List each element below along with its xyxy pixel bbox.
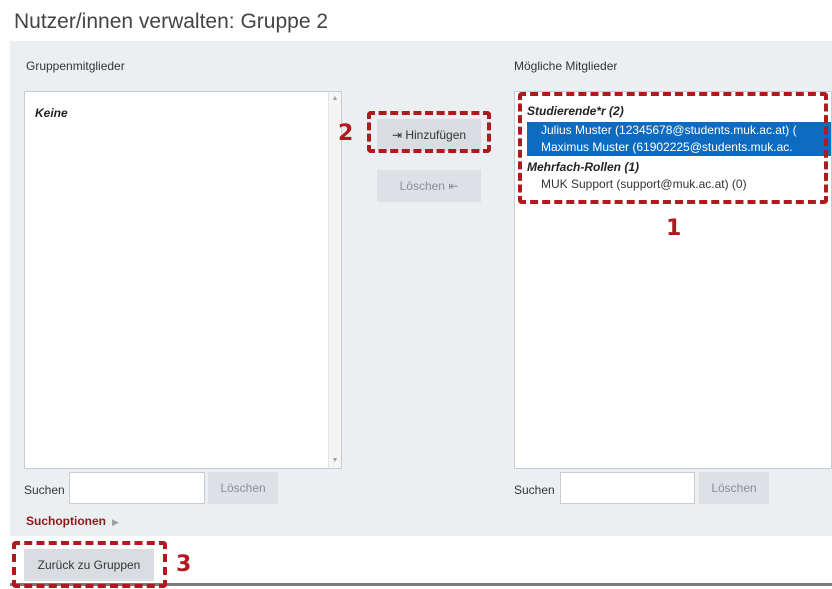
caret-right-icon: ▶ [112,517,119,527]
search-options-label: Suchoptionen [26,514,106,528]
potential-members-label: Mögliche Mitglieder [514,59,618,73]
members-search-input[interactable] [69,472,205,504]
members-label: Gruppenmitglieder [26,59,125,73]
potential-search-label: Suchen [514,483,555,497]
scroll-down-icon[interactable]: ▼ [329,455,341,467]
annotation-marker-1: 1 [666,216,682,241]
highlight-box-2 [367,111,491,153]
potential-search-input[interactable] [560,472,695,504]
members-listbox[interactable]: Keine ▲ ▼ [24,91,342,469]
annotation-marker-3: 3 [176,552,192,577]
members-search-label: Suchen [24,483,65,497]
highlight-box-3 [12,541,167,588]
potential-search-clear-button[interactable]: Löschen [699,472,769,504]
remove-button[interactable]: Löschen ⇤ [377,170,481,202]
members-search-clear-button[interactable]: Löschen [208,472,278,504]
scroll-up-icon[interactable]: ▲ [329,93,341,105]
members-empty-group: Keine [35,106,68,120]
search-options-toggle[interactable]: Suchoptionen ▶ [26,514,119,528]
highlight-box-1 [518,92,828,204]
members-scrollbar[interactable]: ▲ ▼ [328,92,341,468]
annotation-marker-2: 2 [338,121,354,146]
page-title: Nutzer/innen verwalten: Gruppe 2 [14,10,329,33]
